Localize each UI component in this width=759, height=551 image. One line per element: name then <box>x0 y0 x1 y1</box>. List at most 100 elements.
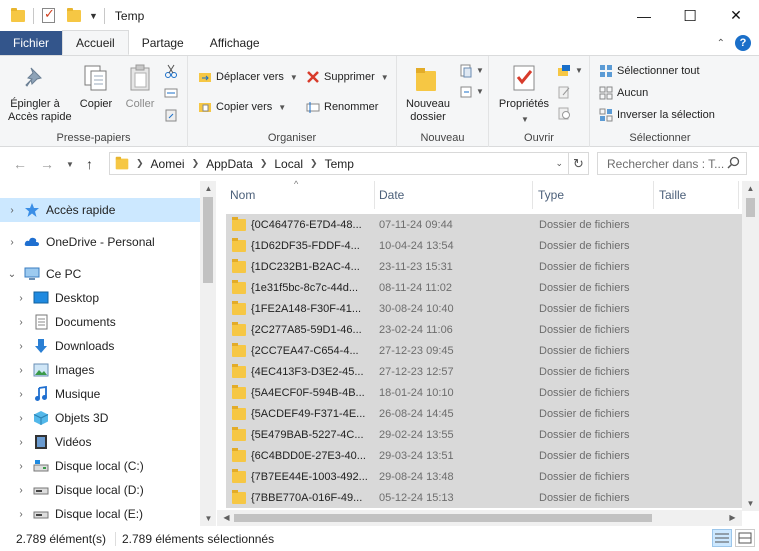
back-arrow-icon[interactable]: ← <box>13 156 27 172</box>
help-icon[interactable]: ? <box>735 35 751 51</box>
nav-item-images[interactable]: › Images <box>0 358 200 382</box>
table-row[interactable]: {5ACDEF49-F371-4E... 26-08-24 14:45 Dossie… <box>226 403 742 424</box>
chevron-right-icon[interactable]: › <box>14 389 28 400</box>
paste-button[interactable]: Coller <box>120 62 160 111</box>
nav-item-objets-3d[interactable]: › Objets 3D <box>0 406 200 430</box>
table-row[interactable]: {0C464776-E7D4-48... 07-11-24 09:44 Dossie… <box>226 214 742 235</box>
address-dropdown-icon[interactable]: ⌄ <box>555 158 563 169</box>
nav-item-onedrive[interactable]: › OneDrive - Personal <box>0 230 200 254</box>
maximize-button[interactable]: ☐ <box>667 0 713 31</box>
pin-quick-access-button[interactable]: Épingler à Accès rapide <box>8 62 72 124</box>
chevron-right-icon[interactable]: › <box>14 365 28 376</box>
file-horizontal-scrollbar[interactable]: ◀ ▶ <box>217 510 742 526</box>
chevron-right-icon[interactable]: › <box>5 237 19 248</box>
select-all-button[interactable]: Sélectionner tout <box>599 64 700 78</box>
chevron-down-icon[interactable]: ▼ <box>575 66 583 75</box>
table-row[interactable]: {7BBE770A-016F-49... 05-12-24 15:13 Dossie… <box>226 487 742 508</box>
delete-button[interactable]: Supprimer ▼ <box>306 70 389 84</box>
chevron-right-icon[interactable]: › <box>14 317 28 328</box>
column-divider[interactable] <box>738 181 739 209</box>
new-folder-quick-icon[interactable] <box>67 7 81 22</box>
scroll-up-icon[interactable]: ▲ <box>742 184 759 193</box>
up-arrow-icon[interactable]: ↑ <box>86 156 93 172</box>
chevron-right-icon[interactable]: › <box>14 413 28 424</box>
search-input[interactable]: Rechercher dans : T... <box>597 152 747 175</box>
copy-path-icon[interactable] <box>164 86 178 100</box>
chevron-down-icon[interactable]: ⌄ <box>5 269 19 280</box>
column-divider[interactable] <box>653 181 654 209</box>
chevron-down-icon[interactable]: ▼ <box>476 87 484 96</box>
nav-item-disque-d[interactable]: › Disque local (D:) <box>0 478 200 502</box>
file-scrollbar-thumb[interactable] <box>746 198 755 217</box>
table-row[interactable]: {1FE2A148-F30F-41... 30-08-24 10:40 Dossie… <box>226 298 742 319</box>
table-row[interactable]: {7B7EE44E-1003-492... 29-08-24 13:48 Dossi… <box>226 466 742 487</box>
chevron-right-icon[interactable]: › <box>14 485 28 496</box>
tab-accueil[interactable]: Accueil <box>62 30 129 55</box>
column-divider[interactable] <box>374 181 375 209</box>
breadcrumb-aomei[interactable]: Aomei <box>151 157 185 171</box>
breadcrumb-appdata[interactable]: AppData <box>206 157 253 171</box>
scroll-up-icon[interactable]: ▲ <box>200 184 217 193</box>
nav-item-disque-e[interactable]: › Disque local (E:) <box>0 502 200 526</box>
invert-selection-button[interactable]: Inverser la sélection <box>599 108 715 122</box>
nav-scrollbar[interactable]: ▲ ▼ <box>200 181 216 526</box>
paste-shortcut-icon[interactable] <box>164 108 178 122</box>
scroll-down-icon[interactable]: ▼ <box>742 499 759 508</box>
tab-fichier[interactable]: Fichier <box>0 31 63 55</box>
history-icon[interactable] <box>557 106 571 120</box>
new-folder-button[interactable]: Nouveau dossier <box>403 62 453 124</box>
nav-item-downloads[interactable]: › Downloads <box>0 334 200 358</box>
column-header-size[interactable]: Taille <box>659 181 686 209</box>
copy-to-button[interactable]: Copier vers ▼ <box>198 100 286 114</box>
column-header-type[interactable]: Type <box>538 181 564 209</box>
table-row[interactable]: {6C4BDD0E-27E3-40... 29-03-24 13:51 Dossie… <box>226 445 742 466</box>
chevron-right-icon[interactable]: › <box>14 341 28 352</box>
nav-item-musique[interactable]: › Musique <box>0 382 200 406</box>
nav-scrollbar-thumb[interactable] <box>203 197 213 283</box>
chevron-right-icon[interactable]: › <box>14 437 28 448</box>
select-none-button[interactable]: Aucun <box>599 86 648 100</box>
forward-arrow-icon[interactable]: → <box>40 156 54 172</box>
open-icon[interactable] <box>557 64 571 78</box>
nav-item-videos[interactable]: › Vidéos <box>0 430 200 454</box>
breadcrumb-local[interactable]: Local <box>274 157 303 171</box>
close-button[interactable]: ✕ <box>713 0 759 31</box>
table-row[interactable]: {2C277A85-59D1-46... 23-02-24 11:06 Dossie… <box>226 319 742 340</box>
breadcrumb-temp[interactable]: Temp <box>325 157 354 171</box>
column-divider[interactable] <box>532 181 533 209</box>
table-row[interactable]: {1D62DF35-FDDF-4... 10-04-24 13:54 Dossier… <box>226 235 742 256</box>
properties-quick-icon[interactable] <box>42 6 55 23</box>
quick-access-dropdown-icon[interactable]: ▼ <box>89 11 98 21</box>
edit-icon[interactable] <box>557 85 571 99</box>
scroll-left-icon[interactable]: ◀ <box>218 513 235 522</box>
table-row[interactable]: {4EC413F3-D3E2-45... 27-12-23 12:57 Dossie… <box>226 361 742 382</box>
rename-button[interactable]: Renommer <box>306 100 378 114</box>
nav-item-ce-pc[interactable]: ⌄ Ce PC <box>0 262 200 286</box>
refresh-icon[interactable]: ↻ <box>568 152 588 175</box>
chevron-down-icon[interactable]: ▼ <box>476 66 484 75</box>
properties-button[interactable]: Propriétés ▼ <box>495 62 553 126</box>
nav-item-desktop[interactable]: › Desktop <box>0 286 200 310</box>
scroll-down-icon[interactable]: ▼ <box>200 514 217 523</box>
collapse-ribbon-icon[interactable]: ⌃ <box>717 38 725 49</box>
table-row[interactable]: {1e31f5bc-8c7c-44d... 08-11-24 11:02 Dossi… <box>226 277 742 298</box>
horizontal-scrollbar-thumb[interactable] <box>234 514 652 522</box>
cut-icon[interactable] <box>164 64 178 78</box>
large-icons-view-button[interactable] <box>735 529 755 547</box>
recent-locations-icon[interactable]: ▼ <box>66 160 74 169</box>
table-row[interactable]: {1DC232B1-B2AC-4... 23-11-23 15:31 Dossier… <box>226 256 742 277</box>
column-header-name[interactable]: Nom <box>230 181 255 209</box>
column-header-date[interactable]: Date <box>379 181 404 209</box>
table-row[interactable]: {5A4ECF0F-594B-4B... 18-01-24 10:10 Dossie… <box>226 382 742 403</box>
details-view-button[interactable] <box>712 529 732 547</box>
scroll-right-icon[interactable]: ▶ <box>724 513 741 522</box>
chevron-right-icon[interactable]: › <box>14 461 28 472</box>
address-bar[interactable]: ❯ Aomei ❯ AppData ❯ Local ❯ Temp ⌄ ↻ <box>109 152 589 175</box>
move-to-button[interactable]: Déplacer vers ▼ <box>198 70 298 84</box>
table-row[interactable]: {5E479BAB-5227-4C... 29-02-24 13:55 Dossie… <box>226 424 742 445</box>
nav-item-disque-c[interactable]: › Disque local (C:) <box>0 454 200 478</box>
tab-affichage[interactable]: Affichage <box>197 31 273 55</box>
tab-partage[interactable]: Partage <box>129 31 197 55</box>
file-vertical-scrollbar[interactable]: ▲ ▼ <box>742 181 759 511</box>
chevron-right-icon[interactable]: › <box>5 205 19 216</box>
